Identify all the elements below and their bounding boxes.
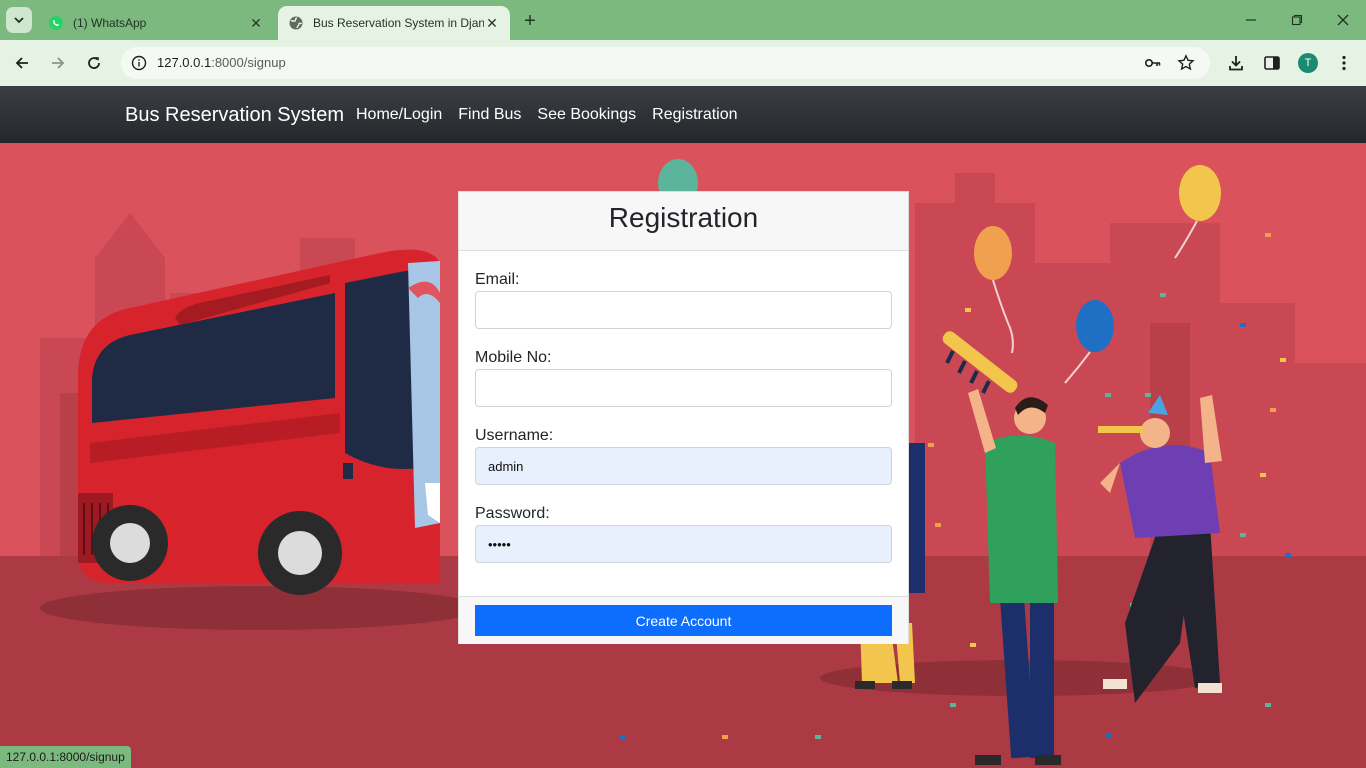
more-menu-icon[interactable] — [1332, 51, 1356, 75]
username-label: Username: — [475, 427, 554, 444]
nav-link-find-bus[interactable]: Find Bus — [458, 106, 521, 124]
status-bar-url: 127.0.0.1:8000/signup — [0, 746, 131, 768]
close-icon[interactable]: ✕ — [484, 15, 500, 31]
side-panel-icon[interactable] — [1260, 51, 1284, 75]
restore-icon — [1291, 14, 1303, 26]
nav-link-registration[interactable]: Registration — [652, 106, 737, 124]
create-account-button[interactable]: Create Account — [475, 605, 892, 636]
mobile-field[interactable] — [475, 369, 892, 407]
email-field[interactable] — [475, 291, 892, 329]
new-tab-button[interactable]: + — [518, 9, 542, 33]
nav-link-home-login[interactable]: Home/Login — [356, 106, 442, 124]
tab-strip: (1) WhatsApp ✕ Bus Reservation System in… — [0, 0, 1366, 40]
tab-title: Bus Reservation System in Djan — [313, 16, 484, 30]
star-icon[interactable] — [1176, 53, 1196, 73]
whatsapp-icon — [48, 15, 64, 31]
password-label: Password: — [475, 505, 550, 522]
close-window-button[interactable] — [1320, 6, 1366, 34]
registration-form: Email: Mobile No: Username: Password: — [459, 251, 908, 596]
back-button[interactable] — [8, 49, 36, 77]
download-icon[interactable] — [1224, 51, 1248, 75]
close-icon — [1337, 14, 1349, 26]
nav-link-see-bookings[interactable]: See Bookings — [537, 106, 636, 124]
page-viewport: Bus Reservation System Home/Login Find B… — [0, 86, 1366, 768]
site-info-icon[interactable] — [129, 53, 149, 73]
close-icon[interactable]: ✕ — [248, 15, 264, 31]
tab-whatsapp[interactable]: (1) WhatsApp ✕ — [38, 6, 274, 40]
url-text[interactable]: 127.0.0.1:8000/signup — [157, 55, 286, 70]
nav-links: Home/Login Find Bus See Bookings Registr… — [356, 106, 738, 124]
key-icon[interactable] — [1143, 53, 1163, 73]
site-navbar: Bus Reservation System Home/Login Find B… — [0, 86, 1366, 143]
reload-button[interactable] — [80, 49, 108, 77]
tab-bus-reservation[interactable]: Bus Reservation System in Djan ✕ — [278, 6, 510, 40]
arrow-left-icon — [15, 57, 28, 69]
tab-search-button[interactable] — [6, 7, 32, 33]
globe-icon — [288, 15, 304, 31]
registration-card: Registration Email: Mobile No: Username:… — [458, 191, 909, 644]
card-title: Registration — [459, 192, 908, 251]
card-footer: Create Account — [459, 596, 908, 644]
site-brand[interactable]: Bus Reservation System — [125, 104, 344, 127]
tab-title: (1) WhatsApp — [73, 16, 147, 30]
password-field[interactable] — [475, 525, 892, 563]
email-label: Email: — [475, 271, 520, 288]
chevron-down-icon — [14, 17, 24, 24]
arrow-right-icon — [52, 57, 65, 69]
profile-avatar[interactable]: T — [1298, 53, 1318, 73]
minimize-button[interactable] — [1228, 6, 1274, 34]
address-bar[interactable]: 127.0.0.1:8000/signup — [121, 47, 1210, 79]
minimize-icon — [1246, 19, 1256, 21]
mobile-label: Mobile No: — [475, 349, 552, 366]
username-field[interactable] — [475, 447, 892, 485]
restore-button[interactable] — [1274, 6, 1320, 34]
forward-button[interactable] — [44, 49, 72, 77]
browser-toolbar: 127.0.0.1:8000/signup T — [0, 40, 1366, 86]
reload-icon — [88, 57, 100, 69]
